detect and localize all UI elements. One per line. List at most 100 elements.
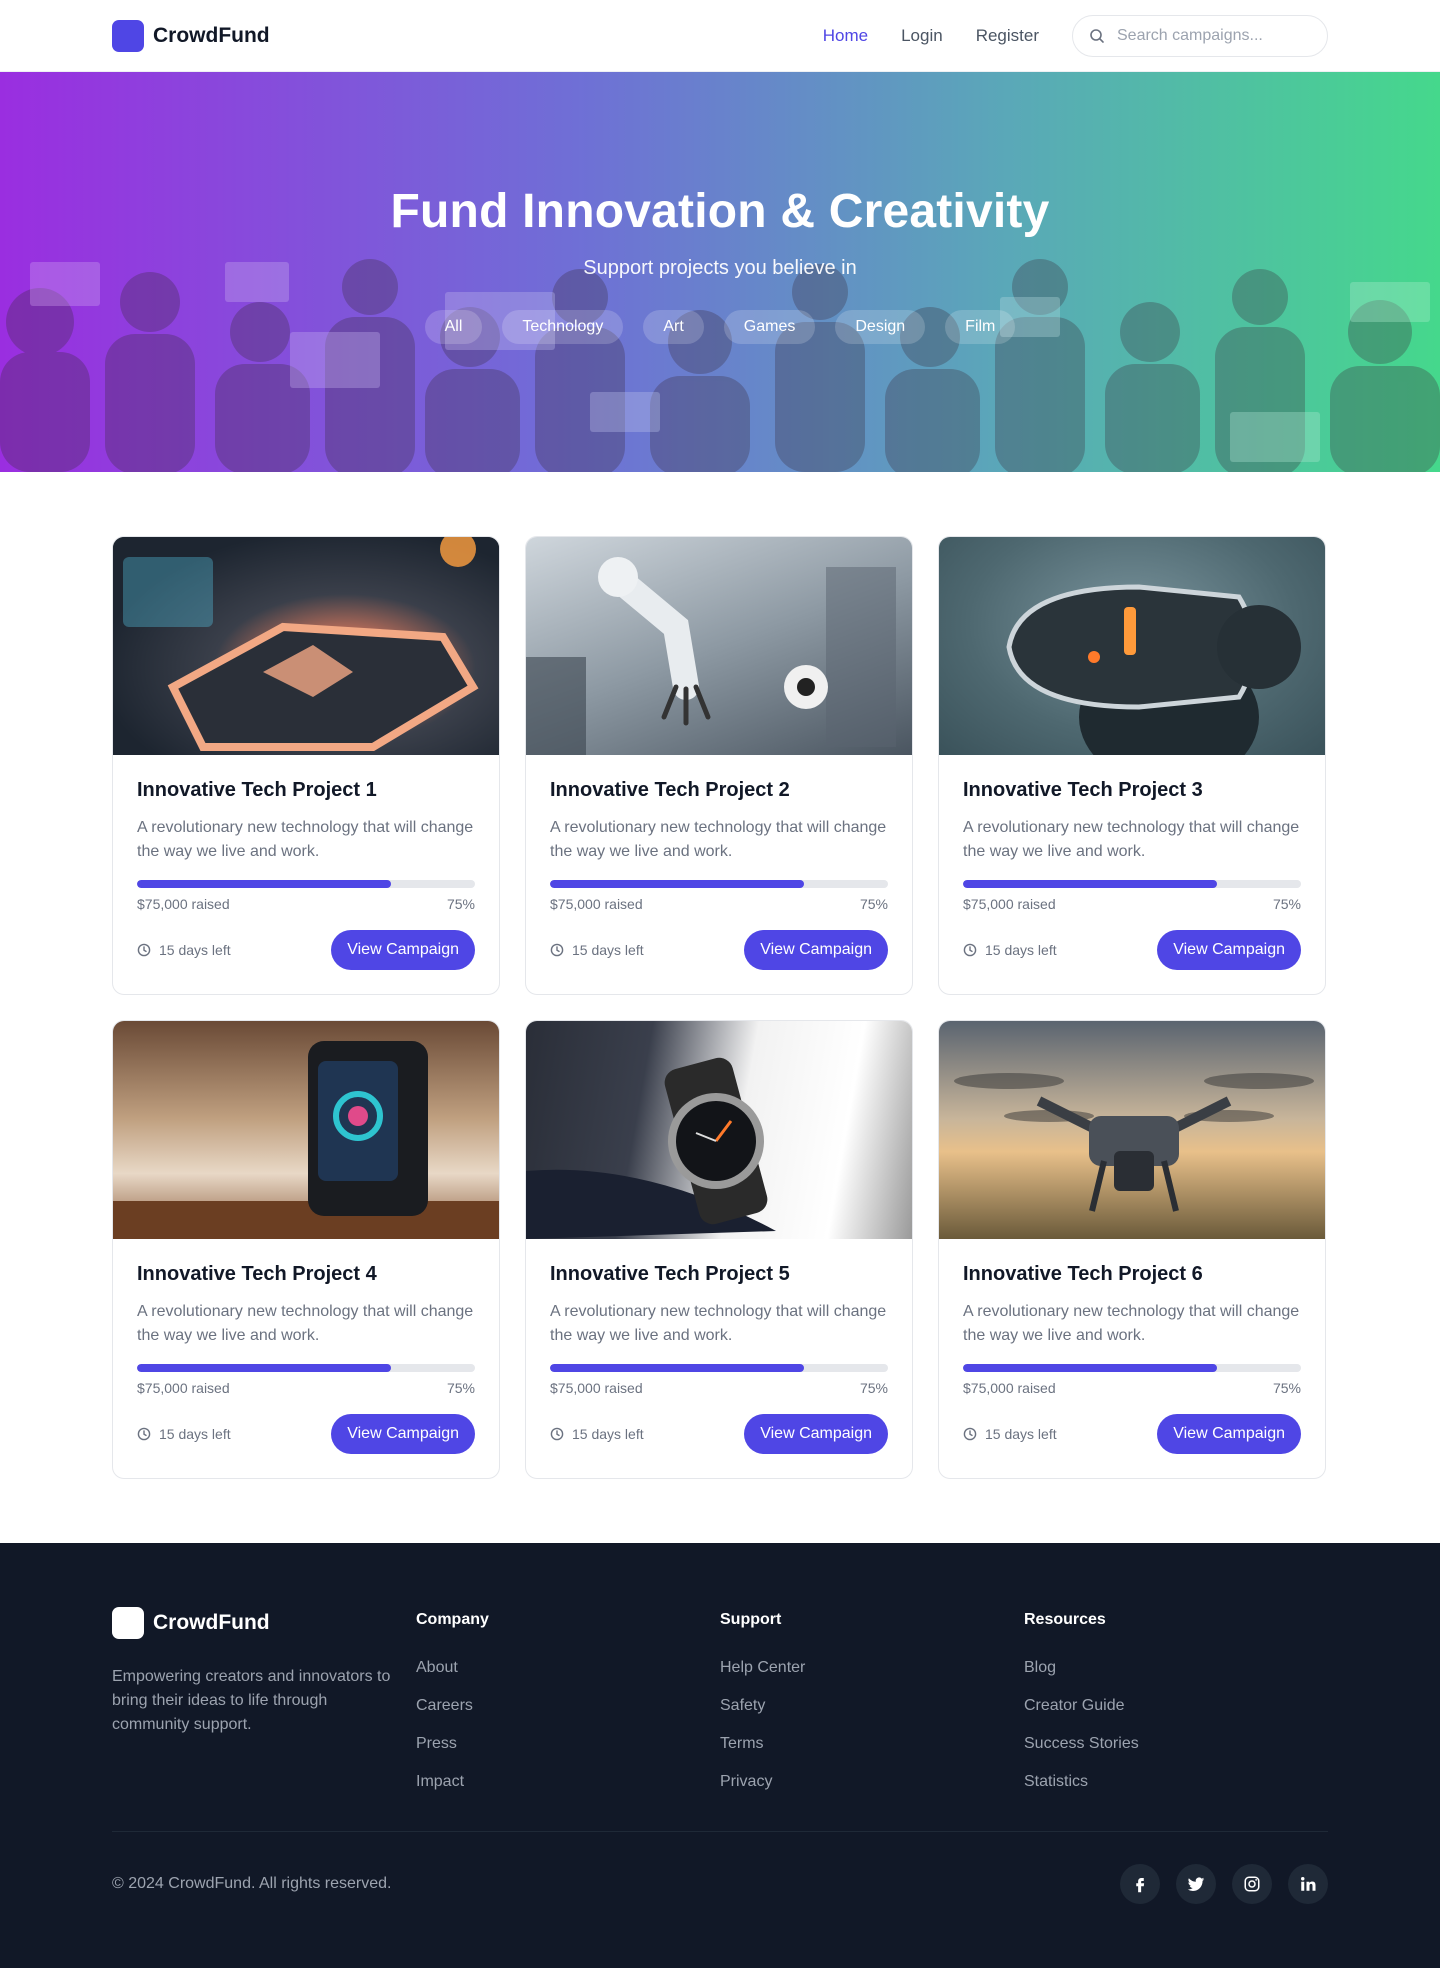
campaign-description: A revolutionary new technology that will… <box>137 819 474 860</box>
view-campaign-button[interactable]: View Campaign <box>331 1414 475 1454</box>
nav-link-home[interactable]: Home <box>823 26 868 46</box>
footer-link-terms[interactable]: Terms <box>720 1735 1024 1753</box>
campaign-description: A revolutionary new technology that will… <box>137 1303 474 1344</box>
campaign-title[interactable]: Innovative Tech Project 6 <box>963 1263 1301 1286</box>
campaign-card[interactable]: Innovative Tech Project 1 A revolutionar… <box>112 536 500 995</box>
footer-link-success-stories[interactable]: Success Stories <box>1024 1735 1328 1753</box>
vr-illustration <box>1006 584 1301 755</box>
funding-progress-fill <box>963 880 1217 888</box>
footer-link-blog[interactable]: Blog <box>1024 1659 1328 1677</box>
campaign-title[interactable]: Innovative Tech Project 4 <box>137 1263 475 1286</box>
linkedin-icon[interactable] <box>1288 1864 1328 1904</box>
category-chip-design[interactable]: Design <box>835 310 926 344</box>
campaign-card[interactable]: Innovative Tech Project 3 A revolutionar… <box>938 536 1326 995</box>
campaign-description: A revolutionary new technology that will… <box>963 819 1300 860</box>
days-left-text: 15 days left <box>159 1426 231 1442</box>
campaign-title[interactable]: Innovative Tech Project 1 <box>137 779 475 802</box>
days-left-text: 15 days left <box>985 942 1057 958</box>
category-chip-art[interactable]: Art <box>643 310 704 344</box>
hero-content: Fund Innovation & Creativity Support pro… <box>0 72 1440 344</box>
campaign-title[interactable]: Innovative Tech Project 3 <box>963 779 1301 802</box>
funding-percent: 75% <box>859 1380 888 1396</box>
nav-link-register[interactable]: Register <box>976 26 1039 46</box>
days-left-text: 15 days left <box>572 1426 644 1442</box>
funding-progress-fill <box>137 880 391 888</box>
footer-link-privacy[interactable]: Privacy <box>720 1773 1024 1791</box>
facebook-icon[interactable] <box>1120 1864 1160 1904</box>
days-left: 15 days left <box>963 1426 1057 1442</box>
footer-link-careers[interactable]: Careers <box>416 1697 720 1715</box>
watch-illustration <box>526 1057 776 1239</box>
nav-link-login[interactable]: Login <box>901 26 943 46</box>
view-campaign-button[interactable]: View Campaign <box>1157 930 1301 970</box>
footer-link-help-center[interactable]: Help Center <box>720 1659 1024 1677</box>
amount-raised: $75,000 raised <box>550 1380 643 1396</box>
brand-name: CrowdFund <box>153 23 270 47</box>
category-chip-games[interactable]: Games <box>723 310 816 344</box>
footer-link-about[interactable]: About <box>416 1659 720 1677</box>
footer-link-creator-guide[interactable]: Creator Guide <box>1024 1697 1328 1715</box>
campaign-card[interactable]: Innovative Tech Project 6 A revolutionar… <box>938 1020 1326 1479</box>
hero-banner: Fund Innovation & Creativity Support pro… <box>0 72 1440 472</box>
footer-heading: Resources <box>1024 1611 1106 1628</box>
top-navbar: CrowdFund Home Login Register <box>0 0 1440 72</box>
footer-heading: Company <box>416 1611 489 1628</box>
days-left-text: 15 days left <box>159 942 231 958</box>
clock-icon <box>963 1427 977 1441</box>
view-campaign-button[interactable]: View Campaign <box>1157 1414 1301 1454</box>
smart-device-illustration <box>113 1041 499 1239</box>
futuristic-device-image[interactable] <box>113 537 499 755</box>
category-chip-all[interactable]: All <box>424 310 483 344</box>
social-links <box>1120 1864 1328 1904</box>
vr-headset-image[interactable] <box>939 537 1325 755</box>
nav-right: Home Login Register <box>823 14 1328 57</box>
footer-link-safety[interactable]: Safety <box>720 1697 1024 1715</box>
drone-illustration <box>954 1073 1314 1212</box>
hero-subtitle: Support projects you believe in <box>583 257 857 279</box>
footer-link-statistics[interactable]: Statistics <box>1024 1773 1328 1791</box>
view-campaign-button[interactable]: View Campaign <box>744 1414 888 1454</box>
view-campaign-button[interactable]: View Campaign <box>331 930 475 970</box>
amount-raised: $75,000 raised <box>963 1380 1056 1396</box>
days-left: 15 days left <box>137 1426 231 1442</box>
clock-icon <box>137 943 151 957</box>
instagram-icon[interactable] <box>1232 1864 1272 1904</box>
category-chip-technology[interactable]: Technology <box>502 310 624 344</box>
category-filters: All Technology Art Games Design Film <box>0 310 1440 344</box>
robot-illustration <box>526 557 896 755</box>
category-chip-film[interactable]: Film <box>945 310 1016 344</box>
robotic-arm-lab-image[interactable] <box>526 537 912 755</box>
campaign-card[interactable]: Innovative Tech Project 4 A revolutionar… <box>112 1020 500 1479</box>
drone-image[interactable] <box>939 1021 1325 1239</box>
site-footer: CrowdFund Empowering creators and innova… <box>0 1543 1440 1968</box>
clock-icon <box>137 1427 151 1441</box>
days-left: 15 days left <box>137 942 231 958</box>
funding-progress-fill <box>137 1364 391 1372</box>
twitter-icon[interactable] <box>1176 1864 1216 1904</box>
funding-percent: 75% <box>446 1380 475 1396</box>
campaign-card[interactable]: Innovative Tech Project 2 A revolutionar… <box>525 536 913 995</box>
smartwatch-image[interactable] <box>526 1021 912 1239</box>
amount-raised: $75,000 raised <box>963 896 1056 912</box>
search-input[interactable] <box>1117 26 1307 45</box>
campaign-card[interactable]: Innovative Tech Project 5 A revolutionar… <box>525 1020 913 1479</box>
funding-progress-fill <box>963 1364 1217 1372</box>
footer-brand[interactable]: CrowdFund <box>112 1607 416 1639</box>
footer-column-resources: Resources Blog Creator Guide Success Sto… <box>1024 1607 1328 1811</box>
campaign-grid: Innovative Tech Project 1 A revolutionar… <box>0 472 1440 1543</box>
search-box[interactable] <box>1072 14 1328 57</box>
campaign-title[interactable]: Innovative Tech Project 5 <box>550 1263 888 1286</box>
funding-progress-fill <box>550 1364 804 1372</box>
smart-home-device-image[interactable] <box>113 1021 499 1239</box>
copyright: © 2024 CrowdFund. All rights reserved. <box>112 1875 392 1892</box>
view-campaign-button[interactable]: View Campaign <box>744 930 888 970</box>
brand[interactable]: CrowdFund <box>112 19 270 52</box>
footer-link-press[interactable]: Press <box>416 1735 720 1753</box>
funding-percent: 75% <box>446 896 475 912</box>
footer-link-impact[interactable]: Impact <box>416 1773 720 1791</box>
funding-progress-fill <box>550 880 804 888</box>
clock-icon <box>550 1427 564 1441</box>
funding-progress-bar <box>137 1364 475 1372</box>
amount-raised: $75,000 raised <box>137 896 230 912</box>
campaign-title[interactable]: Innovative Tech Project 2 <box>550 779 888 802</box>
